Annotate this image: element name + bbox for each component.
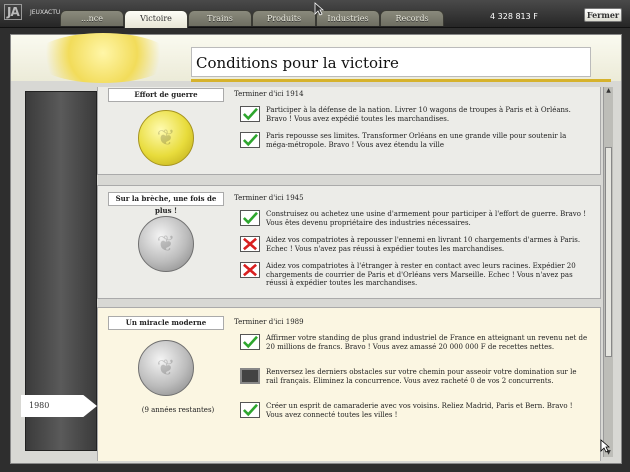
checkmark-icon [240, 334, 260, 350]
title-underline [191, 79, 611, 82]
era-deadline: Terminer d'ici 1945 [234, 194, 304, 202]
objective-text: Créer un esprit de camaraderie avec vos … [266, 402, 573, 419]
vertical-scrollbar[interactable] [603, 87, 613, 457]
tab-industries[interactable]: Industries [316, 10, 380, 26]
pending-box-icon [240, 368, 260, 384]
victory-window: Conditions pour la victoire 1980 Effort … [10, 33, 622, 464]
checkmark-icon [240, 132, 260, 148]
silver-medal-icon: ❦ [138, 216, 194, 272]
objective-text: Aidez vos compatriotes à l'étranger à re… [266, 262, 576, 288]
checkmark-icon [240, 106, 260, 122]
era-card: Sur la brèche, une fois de plus ! Termin… [97, 185, 601, 299]
gold-medal-icon: ❦ [138, 110, 194, 166]
objective-item: Affirmer votre standing de plus grand in… [240, 334, 590, 351]
era-name: Un miracle moderne [108, 316, 224, 330]
objective-text: Participer à la défense de la nation. Li… [266, 106, 571, 123]
objective-item: Renversez les derniers obstacles sur vot… [240, 368, 590, 385]
objective-item: Construisez ou achetez une usine d'armem… [240, 210, 590, 227]
tab-concurrence[interactable]: ...nce [60, 10, 124, 26]
tab-records[interactable]: Records [380, 10, 444, 26]
era-deadline: Terminer d'ici 1989 [234, 318, 304, 326]
eras-scroll-panel[interactable]: Effort de guerre Terminer d'ici 1914 ❦ P… [97, 87, 613, 461]
cross-icon [240, 236, 260, 252]
silver-medal-icon: ❦ [138, 340, 194, 396]
years-remaining: (9 années restantes) [141, 406, 215, 414]
objective-item: Aidez vos compatriotes à l'étranger à re… [240, 262, 590, 288]
objective-item: Aidez vos compatriotes à repousser l'enn… [240, 236, 590, 253]
checkmark-icon [240, 210, 260, 226]
mouse-cursor-icon [314, 2, 324, 16]
era-name: Sur la brèche, une fois de plus ! [108, 192, 224, 215]
era-deadline: Terminer d'ici 1914 [234, 90, 304, 98]
top-bar: JA JEUXACTU.com ...nce Victoire Trains P… [0, 0, 630, 28]
mouse-cursor-icon [600, 439, 610, 453]
objective-item: Paris repousse ses limites. Transformer … [240, 132, 590, 149]
objective-text: Paris repousse ses limites. Transformer … [266, 132, 567, 149]
objective-item: Participer à la défense de la nation. Li… [240, 106, 590, 123]
money-balance: 4 328 813 F [490, 12, 538, 21]
current-year-marker: 1980 [21, 395, 97, 417]
tab-trains[interactable]: Trains [188, 10, 252, 26]
objective-text: Construisez ou achetez une usine d'armem… [266, 210, 587, 227]
scrollbar-thumb[interactable] [605, 147, 612, 357]
close-button[interactable]: Fermer [584, 8, 622, 22]
objective-text: Aidez vos compatriotes à repousser l'enn… [266, 236, 581, 253]
page-title: Conditions pour la victoire [191, 47, 591, 77]
objective-item: Créer un esprit de camaraderie avec vos … [240, 402, 590, 419]
objective-text: Renversez les derniers obstacles sur vot… [266, 368, 577, 385]
scroll-up-icon[interactable]: ▲ [604, 87, 613, 95]
checkmark-icon [240, 402, 260, 418]
cross-icon [240, 262, 260, 278]
logo-mark: JA [4, 4, 22, 20]
objective-text: Affirmer votre standing de plus grand in… [266, 334, 588, 351]
era-card: Effort de guerre Terminer d'ici 1914 ❦ P… [97, 87, 601, 175]
site-logo: JA JEUXACTU.com [4, 4, 75, 23]
tab-bar: ...nce Victoire Trains Produits Industri… [60, 10, 444, 28]
tab-produits[interactable]: Produits [252, 10, 316, 26]
era-card-current: Un miracle moderne Terminer d'ici 1989 ❦… [97, 307, 601, 461]
tab-victoire[interactable]: Victoire [124, 10, 188, 28]
era-name: Effort de guerre [108, 88, 224, 102]
gold-coin-decoration [33, 33, 173, 83]
